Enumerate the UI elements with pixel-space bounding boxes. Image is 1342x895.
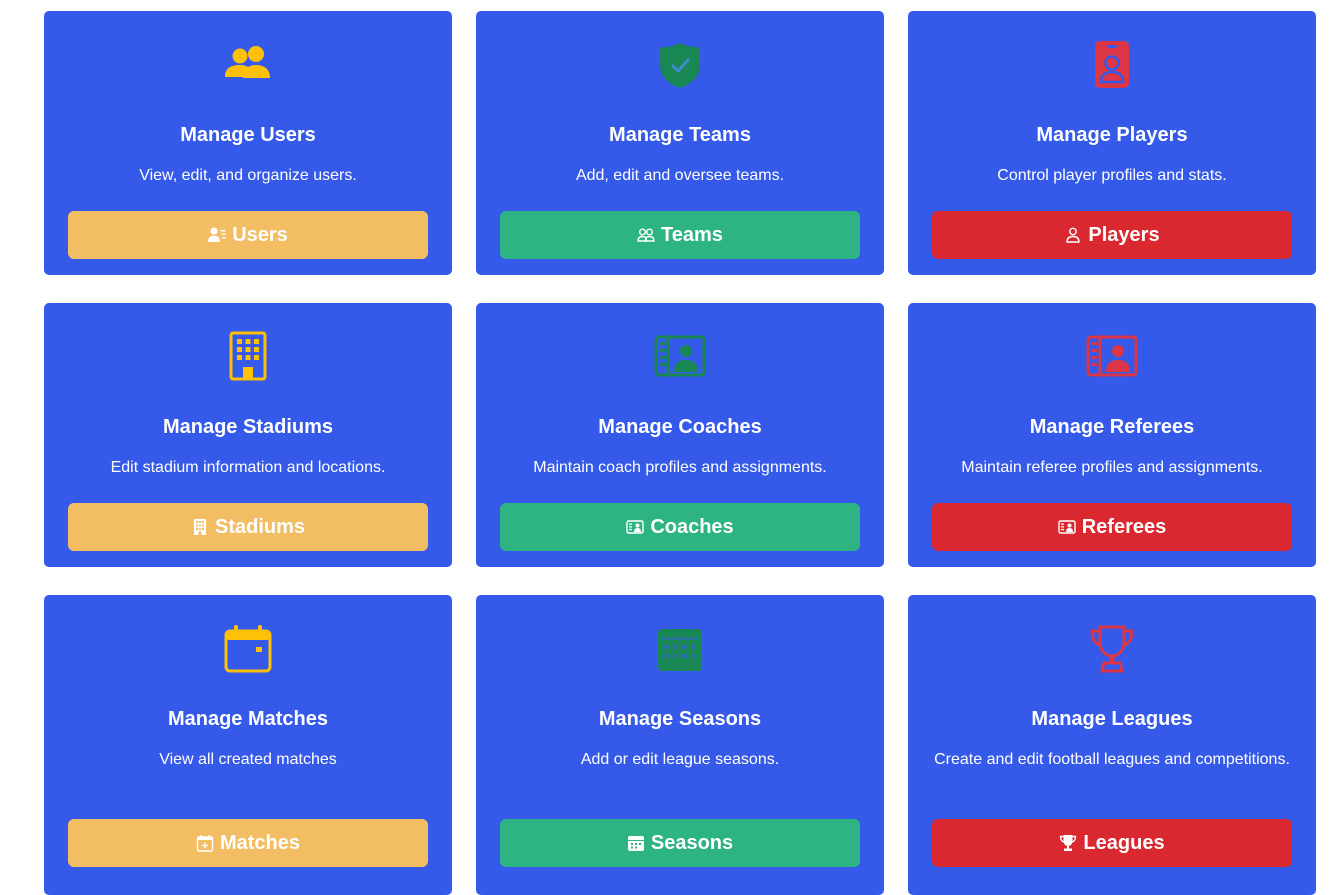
seasons-button[interactable]: Seasons [500,819,860,867]
calendar-plus-icon [196,834,214,852]
card-manage-teams: Manage Teams Add, edit and oversee teams… [476,11,884,275]
card-manage-matches: Manage Matches View all created matches … [44,595,452,895]
person-vcard-icon [654,331,706,383]
card-manage-stadiums: Manage Stadiums Edit stadium information… [44,303,452,567]
referees-button[interactable]: Referees [932,503,1292,551]
card-manage-referees: Manage Referees Maintain referee profile… [908,303,1316,567]
button-label: Users [232,223,288,246]
card-description: Edit stadium information and locations. [110,459,386,476]
trophy-icon [1086,623,1138,675]
card-manage-coaches: Manage Coaches Maintain coach profiles a… [476,303,884,567]
button-label: Teams [661,223,723,246]
person-outline-icon [1064,226,1082,244]
teams-button[interactable]: Teams [500,211,860,259]
button-label: Seasons [650,831,734,854]
button-label: Stadiums [214,515,306,538]
card-description: Control player profiles and stats. [997,167,1227,184]
trophy-icon [1059,834,1077,852]
badge-icon [1086,39,1138,91]
card-title: Manage Players [1036,124,1188,146]
card-title: Manage Stadiums [162,416,334,438]
calendar-week-icon [627,834,645,852]
card-description: Maintain coach profiles and assignments. [533,459,827,476]
button-label: Referees [1081,515,1167,538]
card-description: View all created matches [159,751,337,768]
calendar-week-icon [654,623,706,675]
card-description: Add or edit league seasons. [580,751,780,768]
coaches-button[interactable]: Coaches [500,503,860,551]
button-label: Coaches [650,515,734,538]
players-button[interactable]: Players [932,211,1292,259]
person-vcard-icon [1086,331,1138,383]
card-title: Manage Users [180,124,316,146]
users-button[interactable]: Users [68,211,428,259]
card-manage-leagues: Manage Leagues Create and edit football … [908,595,1316,895]
people-icon [222,39,274,91]
card-title: Manage Leagues [1031,708,1193,730]
person-vcard-icon [626,518,645,536]
card-manage-users: Manage Users View, edit, and organize us… [44,11,452,275]
dashboard-grid: Manage Users View, edit, and organize us… [44,11,1316,895]
card-manage-seasons: Manage Seasons Add or edit league season… [476,595,884,895]
building-icon [191,518,209,536]
button-label: Matches [219,831,301,854]
card-description: Create and edit football leagues and com… [934,751,1290,768]
card-title: Manage Referees [1029,416,1195,438]
shield-check-icon [654,39,706,91]
person-vcard-icon [1058,518,1076,536]
matches-button[interactable]: Matches [68,819,428,867]
calendar-icon [222,623,274,675]
card-title: Manage Seasons [598,708,762,730]
card-title: Manage Coaches [598,416,762,438]
leagues-button[interactable]: Leagues [932,819,1292,867]
card-description: Maintain referee profiles and assignment… [961,459,1263,476]
button-label: Players [1088,223,1160,246]
stadiums-button[interactable]: Stadiums [68,503,428,551]
card-manage-players: Manage Players Control player profiles a… [908,11,1316,275]
button-label: Leagues [1083,831,1165,854]
people-outline-icon [637,226,655,244]
building-icon [222,331,274,383]
card-description: View, edit, and organize users. [139,167,357,184]
card-title: Manage Matches [167,708,329,730]
card-title: Manage Teams [609,124,751,146]
person-lines-icon [208,226,226,244]
card-description: Add, edit and oversee teams. [575,167,785,184]
